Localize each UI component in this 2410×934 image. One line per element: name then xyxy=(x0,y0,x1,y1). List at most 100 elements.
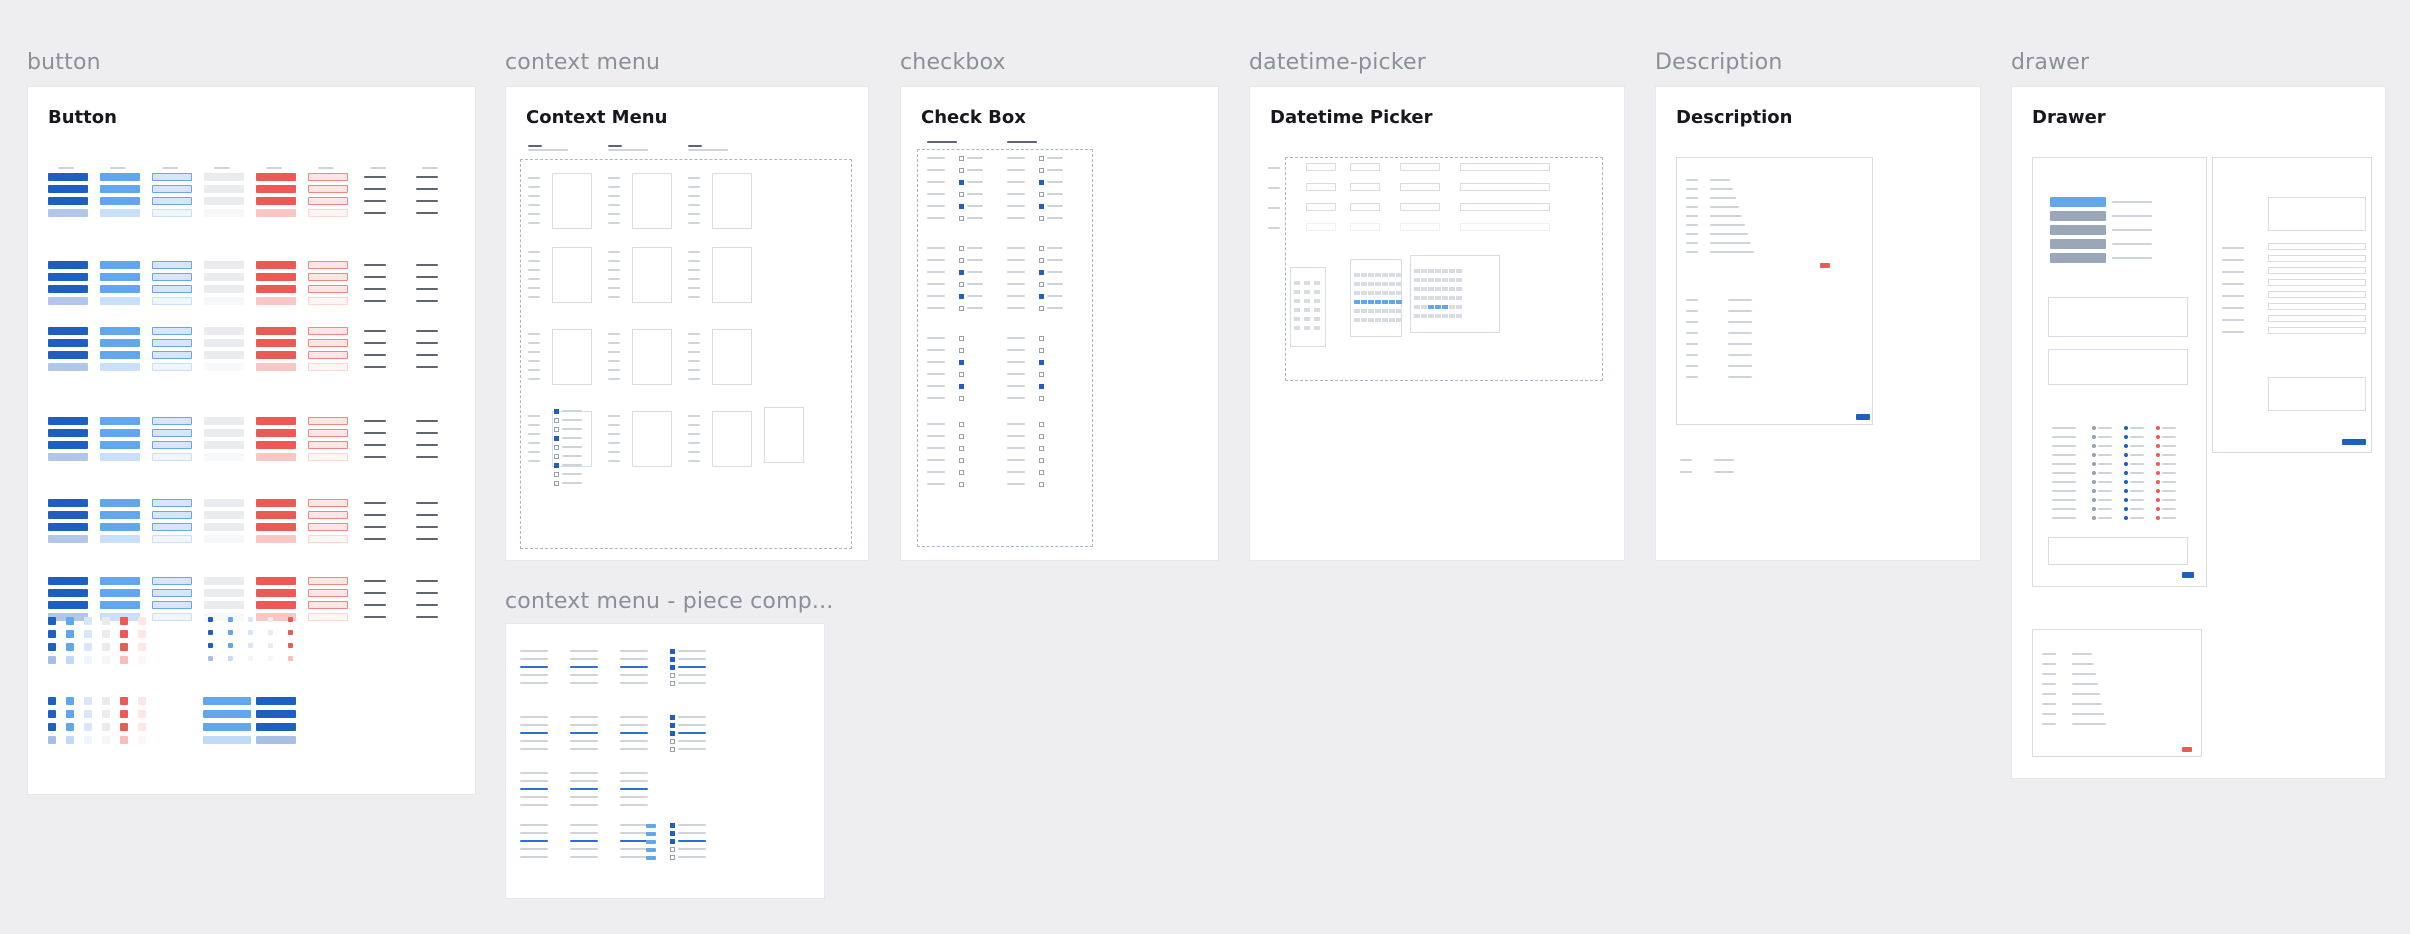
thumb-link-line xyxy=(416,176,438,178)
thumb-status-dot xyxy=(2156,489,2160,493)
thumb-piece-item xyxy=(678,724,706,726)
thumb-label xyxy=(1007,217,1025,219)
thumb-button xyxy=(308,185,348,193)
thumb-icon-button xyxy=(138,656,146,664)
thumb-list-item xyxy=(2050,239,2106,249)
thumb-icon-button xyxy=(48,697,56,705)
thumb-list-item xyxy=(2050,197,2106,207)
thumb-button xyxy=(204,577,244,585)
thumb-input xyxy=(1400,163,1440,171)
thumb-label xyxy=(1007,283,1025,285)
frame-checkbox[interactable]: Check Box xyxy=(900,86,1219,561)
thumb-piece-item xyxy=(520,804,548,806)
thumb-label xyxy=(688,360,700,362)
thumb-button xyxy=(152,441,192,449)
frame-context-piece[interactable] xyxy=(505,623,825,899)
thumb-icon-button xyxy=(120,723,128,731)
thumb-text xyxy=(608,149,648,151)
thumb-icon-button xyxy=(48,630,56,638)
thumb-field-label xyxy=(1686,215,1698,217)
thumb-checkbox-label xyxy=(967,307,983,309)
thumb-piece-item xyxy=(520,732,548,734)
thumb-piece-item xyxy=(620,840,648,842)
thumb-row-cell xyxy=(2130,445,2144,447)
thumb-day xyxy=(1314,326,1320,330)
frame-drawer[interactable]: Drawer xyxy=(2011,86,2386,779)
thumb-button xyxy=(308,339,348,347)
drawer-panel-bottom xyxy=(2032,629,2202,757)
frame-datetime-picker[interactable]: Datetime Picker xyxy=(1249,86,1625,561)
thumb-day xyxy=(1314,290,1320,294)
thumb-button xyxy=(256,535,296,543)
thumb-checkbox-label xyxy=(967,157,983,159)
thumb-row-cell xyxy=(2098,490,2112,492)
thumb-row-cell xyxy=(2098,463,2112,465)
thumb-button xyxy=(100,209,140,217)
frame-title-datetime-picker: Datetime Picker xyxy=(1270,107,1433,128)
thumb-row-cell xyxy=(2098,472,2112,474)
thumb-field-value xyxy=(2072,723,2106,725)
thumb-label xyxy=(528,269,540,271)
thumb-checkbox xyxy=(670,747,675,752)
thumb-label xyxy=(608,269,620,271)
thumb-field-value xyxy=(1728,332,1752,334)
thumb-field-value xyxy=(1710,251,1754,253)
thumb-link-line xyxy=(416,330,438,332)
thumb-field-value xyxy=(2072,703,2102,705)
thumb-toggle xyxy=(646,856,656,860)
thumb-input xyxy=(1350,203,1380,211)
thumb-button xyxy=(48,327,88,335)
thumb-icon-button xyxy=(66,723,74,731)
thumb-label xyxy=(608,351,620,353)
thumb-input xyxy=(1400,223,1440,231)
thumb-button xyxy=(308,197,348,205)
thumb-header xyxy=(1007,141,1037,143)
thumb-piece-item xyxy=(570,724,598,726)
thumb-icon-button xyxy=(66,736,74,744)
thumb-checkbox xyxy=(1039,384,1044,389)
frame-title-description: Description xyxy=(1676,107,1793,128)
thumb-button xyxy=(100,523,140,531)
thumb-button xyxy=(48,499,88,507)
frame-description[interactable]: Description xyxy=(1655,86,1981,561)
thumb-piece-item xyxy=(520,682,548,684)
thumb-day xyxy=(1449,269,1455,273)
thumb-button xyxy=(100,173,140,181)
thumb-status-dot xyxy=(2124,453,2128,457)
thumb-button xyxy=(308,297,348,305)
thumb-label xyxy=(1007,181,1025,183)
frame-button[interactable]: Button xyxy=(27,86,476,795)
thumb-menu-box xyxy=(552,247,592,303)
thumb-menu-item xyxy=(562,419,582,421)
thumb-link-line xyxy=(364,432,386,434)
thumb-button xyxy=(204,209,244,217)
thumb-checkbox xyxy=(1039,168,1044,173)
thumb-day xyxy=(1442,296,1448,300)
thumb-piece-item xyxy=(620,856,648,858)
thumb-checkbox xyxy=(1039,192,1044,197)
thumb-day xyxy=(1294,299,1300,303)
thumb-label xyxy=(528,222,540,224)
thumb-icon-button xyxy=(120,697,128,705)
thumb-label xyxy=(927,181,945,183)
thumb-checkbox xyxy=(959,360,964,365)
thumb-checkbox-label xyxy=(1047,193,1063,195)
thumb-row-cell xyxy=(2130,454,2144,456)
thumb-input xyxy=(1306,223,1336,231)
thumb-day xyxy=(1442,278,1448,282)
frame-context-menu[interactable]: Context Menu xyxy=(505,86,869,561)
thumb-piece-item xyxy=(520,856,548,858)
thumb-day xyxy=(1375,318,1381,322)
thumb-day xyxy=(1294,290,1300,294)
thumb-button xyxy=(308,363,348,371)
thumb-field-label xyxy=(1686,197,1698,199)
thumb-field-label xyxy=(1680,459,1692,461)
thumb-menu-box xyxy=(632,329,672,385)
thumb-button xyxy=(204,589,244,597)
thumb-row-cell xyxy=(2130,508,2144,510)
thumb-icon-button xyxy=(48,643,56,651)
thumb-link-line xyxy=(364,444,386,446)
thumb-label xyxy=(608,296,620,298)
thumb-checkbox xyxy=(670,673,675,678)
thumb-menu-item xyxy=(562,455,582,457)
